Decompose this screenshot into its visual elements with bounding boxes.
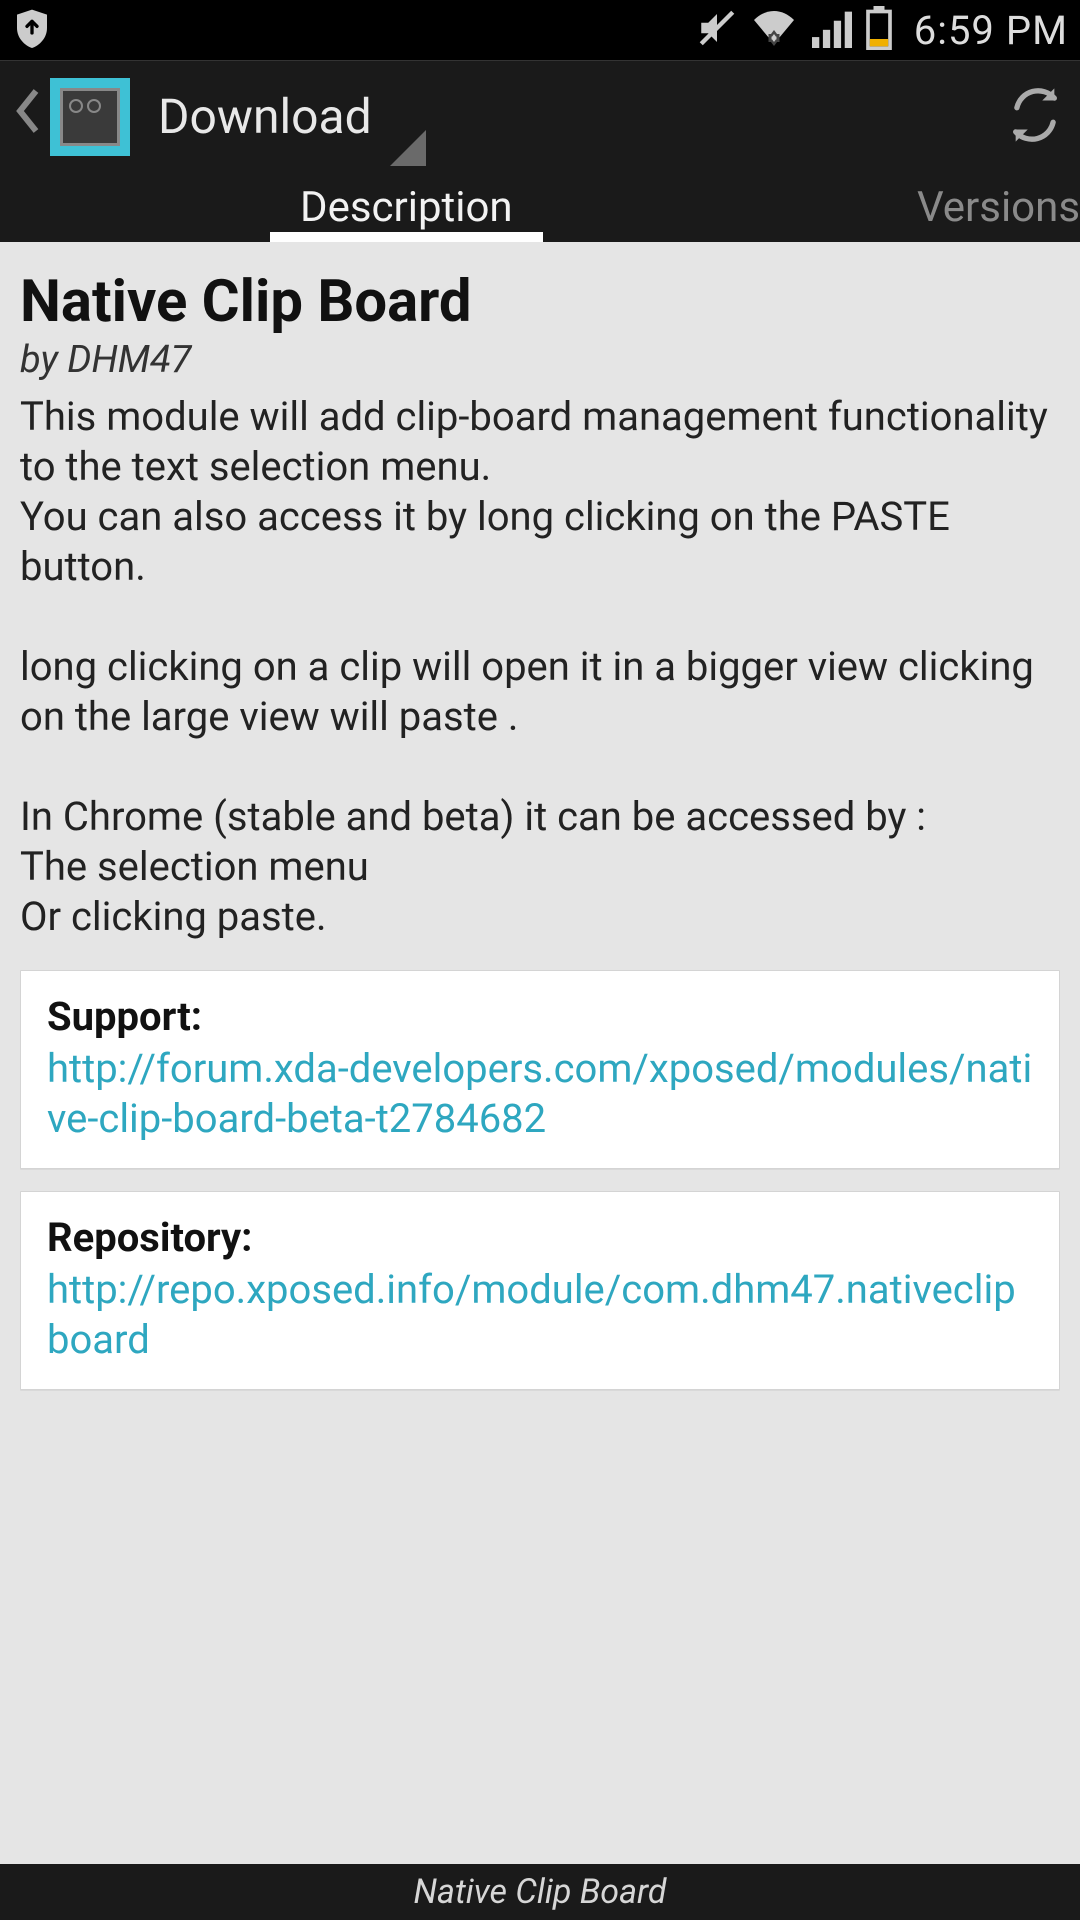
dropdown-indicator-icon[interactable] bbox=[390, 130, 426, 166]
battery-icon bbox=[866, 6, 892, 54]
refresh-button[interactable] bbox=[1006, 86, 1064, 148]
back-icon[interactable] bbox=[16, 87, 40, 146]
module-author: by DHM47 bbox=[20, 338, 1060, 382]
wifi-icon bbox=[750, 8, 798, 52]
tab-label: Description bbox=[300, 183, 513, 232]
tabs: Description Versions bbox=[0, 172, 1080, 242]
tab-description[interactable]: Description bbox=[260, 172, 553, 242]
action-bar: Download bbox=[0, 60, 1080, 172]
action-bar-title[interactable]: Download bbox=[158, 88, 372, 145]
status-left bbox=[12, 6, 52, 54]
module-title: Native Clip Board bbox=[20, 268, 1060, 336]
repository-card: Repository: http://repo.xposed.info/modu… bbox=[20, 1191, 1060, 1390]
status-right: 6:59 PM bbox=[696, 6, 1068, 54]
footer-bar: Native Clip Board bbox=[0, 1864, 1080, 1920]
support-link[interactable]: http://forum.xda-developers.com/xposed/m… bbox=[47, 1044, 1033, 1144]
repository-label: Repository: bbox=[47, 1214, 1033, 1261]
mute-icon bbox=[696, 7, 738, 53]
xposed-icon[interactable] bbox=[50, 78, 130, 156]
tab-label: Versions bbox=[917, 183, 1080, 232]
tab-versions[interactable]: Versions bbox=[877, 172, 1080, 242]
repository-link[interactable]: http://repo.xposed.info/module/com.dhm47… bbox=[47, 1265, 1033, 1365]
support-card: Support: http://forum.xda-developers.com… bbox=[20, 970, 1060, 1169]
support-label: Support: bbox=[47, 993, 1033, 1040]
signal-icon bbox=[810, 8, 854, 52]
content-area: Native Clip Board by DHM47 This module w… bbox=[0, 242, 1080, 1864]
module-description: This module will add clip-board manageme… bbox=[20, 392, 1060, 942]
status-bar: 6:59 PM bbox=[0, 0, 1080, 60]
status-time: 6:59 PM bbox=[914, 7, 1068, 54]
footer-title: Native Clip Board bbox=[413, 1872, 666, 1912]
shield-icon bbox=[12, 6, 52, 54]
